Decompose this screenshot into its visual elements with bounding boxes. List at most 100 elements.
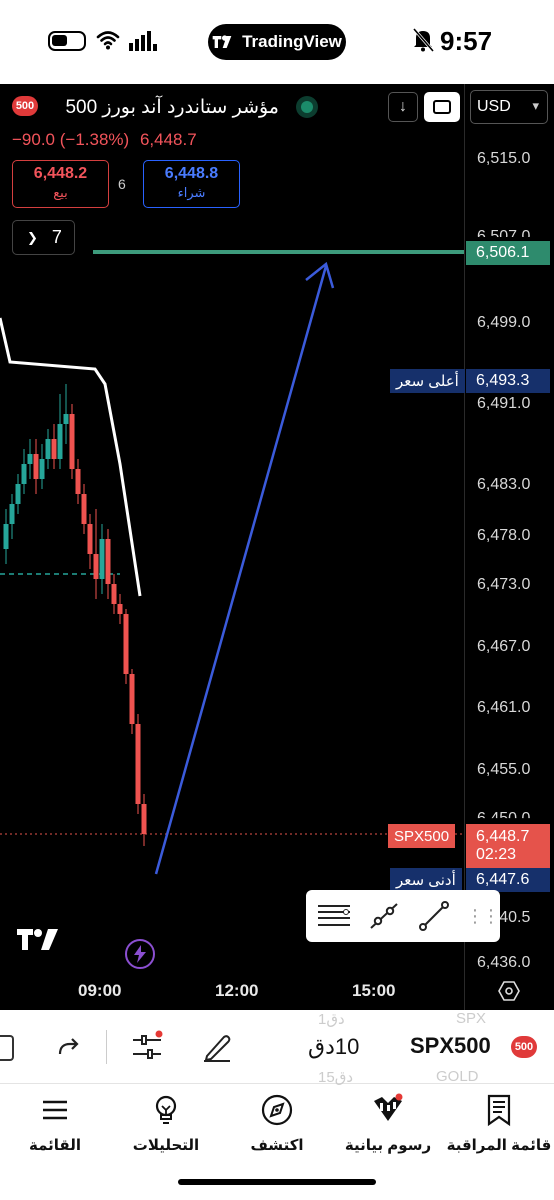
candle-body <box>93 554 99 579</box>
wifi-icon <box>96 31 120 50</box>
candles-icon <box>374 1093 403 1121</box>
last-price: 6,448.7 <box>139 130 197 149</box>
trend-angle-icon <box>370 903 398 929</box>
buy-button[interactable]: 6,448.8 شراء <box>143 160 240 208</box>
candle-body <box>75 469 81 494</box>
candle-body <box>87 524 93 554</box>
drag-handle-icon[interactable]: ⋮⋮ <box>466 906 500 927</box>
fullscreen-bracket-icon[interactable] <box>0 1035 14 1061</box>
status-bar: TradingView 9:57 <box>0 0 554 84</box>
symbol-title[interactable]: مؤشر ستاندرد آند بورز 500 <box>65 96 279 119</box>
nav-label: رسوم بيانية <box>344 1137 432 1154</box>
target-price-tag: 6,506.1 <box>466 241 550 265</box>
battery-icon <box>48 31 86 51</box>
currency-select[interactable]: USD ▾ <box>470 90 548 124</box>
price-change-row: −90.0 (−1.38%) 6,448.7 <box>12 130 197 150</box>
square-icon <box>433 100 451 114</box>
price-tick: 6,478.0 <box>477 527 531 544</box>
trend-line-button[interactable] <box>416 898 452 934</box>
candle-body <box>3 524 9 549</box>
time-tick: 15:00 <box>352 981 396 1000</box>
line-style-icon <box>318 905 350 926</box>
candle-body <box>111 584 117 604</box>
indicators-settings-icon[interactable] <box>130 1030 164 1064</box>
candle-body <box>27 454 33 464</box>
candle-body <box>123 614 129 674</box>
symbol-badge: 500 <box>12 96 38 116</box>
time-tick: 12:00 <box>215 981 259 1000</box>
buy-label: شراء <box>177 185 206 200</box>
candle-body <box>33 454 39 479</box>
arrow-down-button[interactable]: ↓ <box>388 92 418 122</box>
high-price-tag: 6,493.3 <box>466 369 550 393</box>
candle-body <box>129 674 135 724</box>
trend-line-icon <box>419 901 449 931</box>
price-tick: 6,436.0 <box>477 954 531 971</box>
chart-area[interactable]: 500 مؤشر ستاندرد آند بورز 500 ↓ USD ▾ −9… <box>0 84 554 1010</box>
bookmark-icon <box>487 1094 511 1127</box>
chevron-down-icon: ▾ <box>532 98 539 113</box>
sell-button[interactable]: 6,448.2 بيع <box>12 160 109 208</box>
price-tick: 6,467.0 <box>477 638 531 655</box>
indicators-count: 7 <box>51 227 62 247</box>
high-label: أعلى سعر <box>390 369 465 393</box>
tradingview-pill: TradingView <box>208 24 346 60</box>
interval-selector[interactable]: 10دق <box>308 1034 359 1060</box>
home-indicator <box>178 1179 376 1185</box>
status-time: 9:57 <box>440 26 493 56</box>
signal-icon <box>129 31 157 51</box>
trend-angle-button[interactable] <box>366 898 402 934</box>
interval-option-above[interactable]: 1دق <box>318 1010 345 1028</box>
lightning-button[interactable] <box>125 939 155 969</box>
low-label: أدنى سعر <box>390 868 462 892</box>
drawing-pen-icon[interactable] <box>200 1030 234 1064</box>
symbol-option-below[interactable]: GOLD <box>436 1068 479 1085</box>
candles-group <box>3 384 147 846</box>
candle-body <box>135 724 141 804</box>
price-tick: 6,473.0 <box>477 576 531 593</box>
indicators-collapse-button[interactable]: ❯ 7 <box>12 220 75 255</box>
buy-price: 6,448.8 <box>164 165 219 182</box>
price-change: −90.0 (−1.38%) <box>12 130 130 149</box>
price-tick: 6,461.0 <box>477 699 531 716</box>
price-tick: 6,499.0 <box>477 314 531 331</box>
line-style-button[interactable] <box>316 898 352 934</box>
time-tick: 09:00 <box>78 981 122 1000</box>
price-tick: 6,483.0 <box>477 476 531 493</box>
chart-settings-hex-icon[interactable] <box>498 980 520 1002</box>
candle-body <box>141 804 147 834</box>
candle-body <box>9 504 15 524</box>
chevron-down-icon: ❯ <box>27 229 38 245</box>
candle-body <box>21 464 27 484</box>
nav-label: اكتشف <box>250 1137 304 1154</box>
nav-analytics[interactable]: التحليلات <box>111 1093 221 1154</box>
redo-icon[interactable] <box>52 1032 84 1064</box>
spread-value: 6 <box>118 176 126 192</box>
interval-option-below[interactable]: 15دق <box>318 1068 353 1086</box>
symbol-badge: 500 <box>511 1036 537 1058</box>
nav-explore[interactable]: اكتشف <box>222 1093 332 1154</box>
candle-body <box>51 439 57 459</box>
candle-body <box>105 539 111 584</box>
symbol-selector[interactable]: SPX500 <box>410 1033 491 1059</box>
arrow-head <box>305 261 335 289</box>
nav-label: التحليلات <box>132 1137 200 1154</box>
nav-menu[interactable]: القائمة <box>0 1093 110 1154</box>
nav-watchlist[interactable]: قائمة المراقبة <box>444 1093 554 1154</box>
chart-toolbar: 1دق 10دق 15دق SPX SPX500 GOLD 500 <box>0 1010 554 1086</box>
candle-body <box>117 604 123 614</box>
tradingview-watermark-icon <box>17 929 58 950</box>
price-tick: 6,455.0 <box>477 761 531 778</box>
sell-label: بيع <box>53 185 68 200</box>
last-price-value: 6,448.7 <box>476 827 530 845</box>
square-toggle-button[interactable] <box>424 92 460 122</box>
candle-body <box>57 424 63 459</box>
currency-value: USD <box>477 98 511 115</box>
symbol-option-above[interactable]: SPX <box>456 1010 486 1027</box>
symbol-price-label: SPX500 <box>388 824 456 848</box>
tradingview-logo-icon <box>212 35 232 48</box>
nav-charts[interactable]: رسوم بيانية <box>333 1093 443 1154</box>
toolbar-divider <box>106 1030 107 1064</box>
lightning-icon <box>134 945 146 963</box>
arrow-drawing[interactable] <box>154 265 328 875</box>
